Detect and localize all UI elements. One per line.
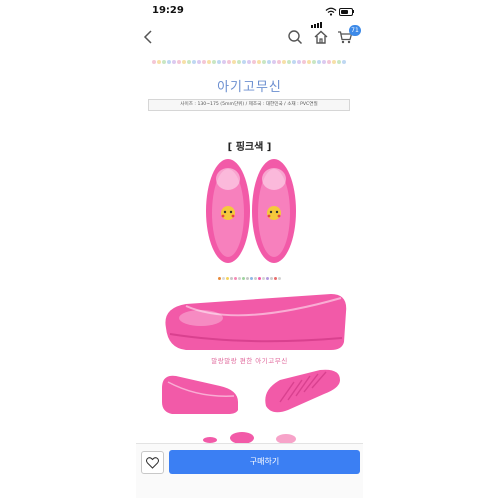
wifi-icon	[325, 7, 337, 16]
status-time: 19:29	[152, 5, 184, 16]
shoe-side-view-image	[165, 294, 347, 350]
shoe-peek-image	[203, 432, 296, 444]
wishlist-button[interactable]	[141, 451, 164, 474]
decorative-dot-row	[152, 49, 350, 64]
cart-count-badge: 71	[349, 25, 361, 36]
shoe-small-side-image	[162, 375, 238, 414]
color-label: [ 핑크색 ]	[227, 142, 272, 153]
shoe-sole-image	[265, 369, 340, 413]
sub-caption: 말랑말랑 편한 아기고무신	[211, 357, 288, 365]
shoes-top-view-image	[206, 159, 296, 263]
top-nav-bar	[136, 26, 363, 48]
battery-tip	[353, 10, 354, 13]
color-swatch-row	[218, 265, 282, 280]
product-title: 아기고무신	[217, 80, 282, 95]
back-chevron-icon[interactable]	[142, 29, 156, 45]
status-bar: 19:29	[136, 0, 363, 28]
product-spec-line: 사이즈 : 130~175 (5mm단위) / 제조국 : 대한민국 / 소재 …	[148, 99, 350, 111]
battery-icon	[339, 8, 353, 16]
purchase-bar: 구매하기	[136, 443, 363, 498]
home-icon[interactable]	[313, 29, 329, 45]
search-icon[interactable]	[287, 29, 303, 45]
phone-screen: 19:29 71 아기고무신 사이즈: 130~175 (5mm단위) / 제…	[136, 0, 363, 498]
heart-icon	[146, 456, 159, 469]
buy-button[interactable]: 구매하기	[169, 450, 360, 474]
